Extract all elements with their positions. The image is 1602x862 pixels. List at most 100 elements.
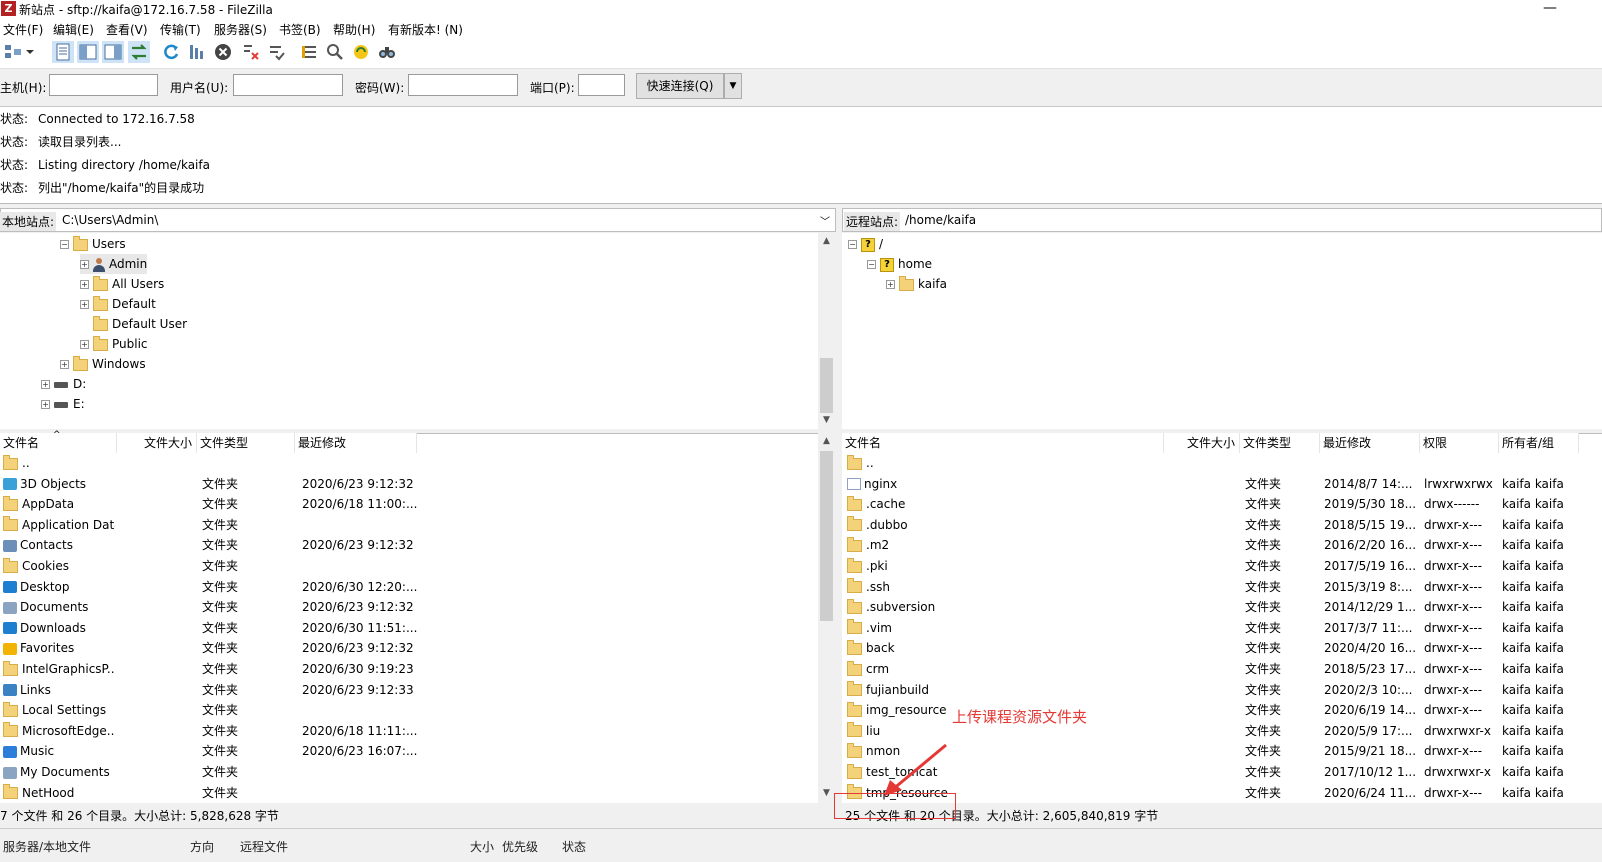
reconnect-icon[interactable] xyxy=(266,41,288,63)
username-input[interactable] xyxy=(233,74,343,96)
file-row[interactable]: Favorites 文件夹 2020/6/23 9:12:32 xyxy=(0,638,818,658)
password-input[interactable] xyxy=(408,74,518,96)
file-row[interactable]: Local Settings 文件夹 xyxy=(0,700,818,720)
synchronized-browsing-icon[interactable] xyxy=(350,41,372,63)
file-row[interactable]: Application Data 文件夹 xyxy=(0,515,818,535)
compare-directories-icon[interactable] xyxy=(324,41,346,63)
menu-bookmarks[interactable]: 书签(B) xyxy=(279,21,321,38)
column-filesize[interactable]: 文件大小 xyxy=(117,433,197,453)
file-row[interactable]: Documents 文件夹 2020/6/23 9:12:32 xyxy=(0,597,818,617)
file-row[interactable]: Music 文件夹 2020/6/23 16:07:... xyxy=(0,741,818,761)
queue-col-size[interactable]: 大小 xyxy=(470,838,494,855)
menu-new-version[interactable]: 有新版本! (N) xyxy=(388,21,463,38)
file-row[interactable]: Links 文件夹 2020/6/23 9:12:33 xyxy=(0,680,818,700)
tree-item-root[interactable]: −? / xyxy=(848,234,883,254)
quickconnect-dropdown-button[interactable]: ▼ xyxy=(724,73,742,99)
site-manager-dropdown-icon[interactable] xyxy=(24,41,36,63)
remote-path-input[interactable]: /home/kaifa xyxy=(905,213,976,227)
local-path-dropdown-icon[interactable]: ﹀ xyxy=(820,213,830,228)
process-queue-icon[interactable] xyxy=(186,41,208,63)
tree-item-windows[interactable]: + Windows xyxy=(60,354,146,374)
scroll-up-icon[interactable]: ▲ xyxy=(818,233,835,250)
queue-col-direction[interactable]: 方向 xyxy=(190,838,214,855)
scroll-thumb[interactable] xyxy=(820,358,833,413)
file-row[interactable]: 3D Objects 文件夹 2020/6/23 9:12:32 xyxy=(0,474,818,494)
queue-col-priority[interactable]: 优先级 xyxy=(502,838,538,855)
tree-item-admin[interactable]: + Admin xyxy=(80,254,148,274)
column-modified[interactable]: 最近修改 xyxy=(1320,433,1420,453)
column-filesize[interactable]: 文件大小 xyxy=(1164,433,1240,453)
file-row[interactable]: Cookies 文件夹 xyxy=(0,556,818,576)
site-manager-icon[interactable] xyxy=(2,41,24,63)
file-row[interactable]: tmp_resource 文件夹 2020/6/24 11... drwxr-x---… xyxy=(842,783,1602,803)
scroll-thumb[interactable] xyxy=(820,451,833,621)
column-modified[interactable]: 最近修改 xyxy=(295,433,417,453)
queue-col-remote[interactable]: 远程文件 xyxy=(240,838,288,855)
tree-item-drive-e[interactable]: + E: xyxy=(41,394,85,414)
menu-transfer[interactable]: 传输(T) xyxy=(160,21,201,38)
tree-item-drive-d[interactable]: + D: xyxy=(41,374,86,394)
minimize-button[interactable]: — xyxy=(1535,0,1565,18)
file-row[interactable]: nginx 文件夹 2014/8/7 14:... lrwxrwxrwx kaifa k… xyxy=(842,474,1602,494)
cancel-operation-icon[interactable] xyxy=(212,41,234,63)
toggle-remote-tree-icon[interactable] xyxy=(102,41,124,63)
file-row[interactable]: Desktop 文件夹 2020/6/30 12:20:... xyxy=(0,577,818,597)
refresh-icon[interactable] xyxy=(160,41,182,63)
local-path-input[interactable]: C:\Users\Admin\ xyxy=(62,213,158,227)
file-row[interactable]: .m2 文件夹 2016/2/20 16... drwxr-x--- kaifa kai… xyxy=(842,535,1602,555)
file-row[interactable]: .cache 文件夹 2019/5/30 18... drwx------ kaifa … xyxy=(842,494,1602,514)
menu-edit[interactable]: 编辑(E) xyxy=(53,21,94,38)
queue-col-status[interactable]: 状态 xyxy=(562,838,586,855)
file-row[interactable]: MicrosoftEdge... 文件夹 2020/6/18 11:11:... xyxy=(0,721,818,741)
file-row[interactable]: NetHood 文件夹 xyxy=(0,783,818,803)
tree-item-public[interactable]: + Public xyxy=(80,334,148,354)
disconnect-icon[interactable] xyxy=(240,41,262,63)
scroll-down-icon[interactable]: ▼ xyxy=(818,412,835,429)
toggle-log-icon[interactable] xyxy=(52,41,74,63)
tree-item-default-user[interactable]: Default User xyxy=(93,314,187,334)
column-permissions[interactable]: 权限 xyxy=(1420,433,1499,453)
file-row[interactable]: .vim 文件夹 2017/3/7 11:... drwxr-x--- kaifa ka… xyxy=(842,618,1602,638)
scroll-down-icon[interactable]: ▼ xyxy=(818,785,835,802)
toggle-local-tree-icon[interactable] xyxy=(77,41,99,63)
queue-col-server-local[interactable]: 服务器/本地文件 xyxy=(3,838,91,855)
tree-item-all-users[interactable]: + All Users xyxy=(80,274,164,294)
toggle-queue-icon[interactable] xyxy=(128,41,150,63)
file-row[interactable]: .. xyxy=(842,453,1602,473)
file-row[interactable]: crm 文件夹 2018/5/23 17... drwxr-x--- kaifa kai… xyxy=(842,659,1602,679)
directory-listing-filter-icon[interactable] xyxy=(298,41,320,63)
file-row[interactable]: back 文件夹 2020/4/20 16... drwxr-x--- kaifa ka… xyxy=(842,638,1602,658)
column-filename[interactable]: 文件名 xyxy=(842,433,1164,453)
quickconnect-button[interactable]: 快速连接(Q) xyxy=(636,73,724,99)
column-owner-group[interactable]: 所有者/组 xyxy=(1499,433,1579,453)
file-row[interactable]: test_tomcat 文件夹 2017/10/12 1... drwxrwxr-x k… xyxy=(842,762,1602,782)
file-row[interactable]: Contacts 文件夹 2020/6/23 9:12:32 xyxy=(0,535,818,555)
file-row[interactable]: .ssh 文件夹 2015/3/19 8:... drwxr-x--- kaifa ka… xyxy=(842,577,1602,597)
column-filetype[interactable]: 文件类型 xyxy=(197,433,295,453)
file-row[interactable]: .. xyxy=(0,453,818,473)
file-row[interactable]: .pki 文件夹 2017/5/19 16... drwxr-x--- kaifa ka… xyxy=(842,556,1602,576)
file-row[interactable]: nmon 文件夹 2015/9/21 18... drwxr-x--- kaifa ka… xyxy=(842,741,1602,761)
column-filetype[interactable]: 文件类型 xyxy=(1240,433,1320,453)
host-input[interactable] xyxy=(49,74,158,96)
tree-item-home[interactable]: −? home xyxy=(867,254,932,274)
file-row[interactable]: IntelGraphicsP... 文件夹 2020/6/30 9:19:23 xyxy=(0,659,818,679)
local-tree-scrollbar[interactable]: ▲ ▼ xyxy=(818,233,835,429)
file-row[interactable]: AppData 文件夹 2020/6/18 11:00:... xyxy=(0,494,818,514)
port-input[interactable] xyxy=(578,74,625,96)
tree-item-users[interactable]: − Users xyxy=(60,234,126,254)
scroll-up-icon[interactable]: ▲ xyxy=(818,433,835,450)
menu-view[interactable]: 查看(V) xyxy=(106,21,148,38)
tree-item-kaifa[interactable]: + kaifa xyxy=(886,274,947,294)
file-row[interactable]: Downloads 文件夹 2020/6/30 11:51:... xyxy=(0,618,818,638)
menu-file[interactable]: 文件(F) xyxy=(3,21,43,38)
tree-item-default[interactable]: + Default xyxy=(80,294,156,314)
file-row[interactable]: fujianbuild 文件夹 2020/2/3 10:... drwxr-x--- k… xyxy=(842,680,1602,700)
local-list-scrollbar[interactable]: ▲ ▼ xyxy=(818,433,835,802)
file-row[interactable]: .dubbo 文件夹 2018/5/15 19... drwxr-x--- kaifa … xyxy=(842,515,1602,535)
menu-server[interactable]: 服务器(S) xyxy=(214,21,267,38)
file-row[interactable]: .subversion 文件夹 2014/12/29 1... drwxr-x--- k… xyxy=(842,597,1602,617)
menu-help[interactable]: 帮助(H) xyxy=(333,21,375,38)
search-remote-icon[interactable] xyxy=(376,41,398,63)
file-row[interactable]: My Documents 文件夹 xyxy=(0,762,818,782)
